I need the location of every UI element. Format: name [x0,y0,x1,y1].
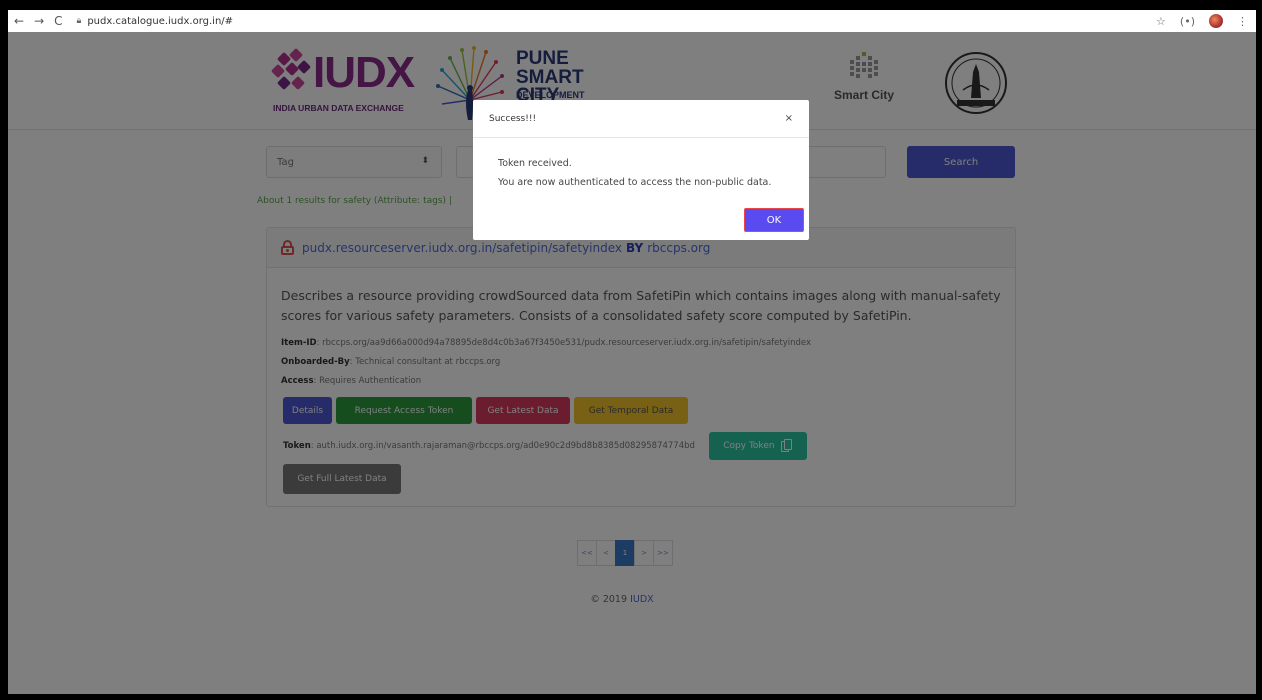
browser-toolbar: ← → C 🔒︎ pudx.catalogue.iudx.org.in/# ☆ … [8,10,1256,32]
modal-message-line1: Token received. [498,158,572,169]
cast-icon[interactable]: (•) [1180,15,1195,28]
browser-actions: ☆ (•) ⋮ [1156,14,1256,28]
ok-button[interactable]: OK [744,208,804,232]
reload-icon[interactable]: C [54,14,62,28]
extension-avatar-icon[interactable] [1209,14,1223,28]
browser-nav: ← → C [8,14,63,28]
lock-icon[interactable]: 🔒︎ [77,16,82,26]
modal-message-line2: You are now authenticated to access the … [498,177,772,188]
forward-icon[interactable]: → [34,14,44,28]
menu-icon[interactable]: ⋮ [1237,15,1248,28]
back-icon[interactable]: ← [14,14,24,28]
success-modal: Success!!! × Token received. You are now… [473,100,809,240]
page-viewport: IUDX INDIA URBAN DATA EXCHANGE [8,32,1256,694]
modal-body: Token received. You are now authenticate… [498,154,771,192]
modal-title: Success!!! [489,113,537,124]
address-bar[interactable]: pudx.catalogue.iudx.org.in/# [87,16,233,27]
close-icon[interactable]: × [785,113,793,124]
modal-header: Success!!! × [473,100,809,138]
star-icon[interactable]: ☆ [1156,15,1166,28]
screen: ← → C 🔒︎ pudx.catalogue.iudx.org.in/# ☆ … [0,0,1262,700]
